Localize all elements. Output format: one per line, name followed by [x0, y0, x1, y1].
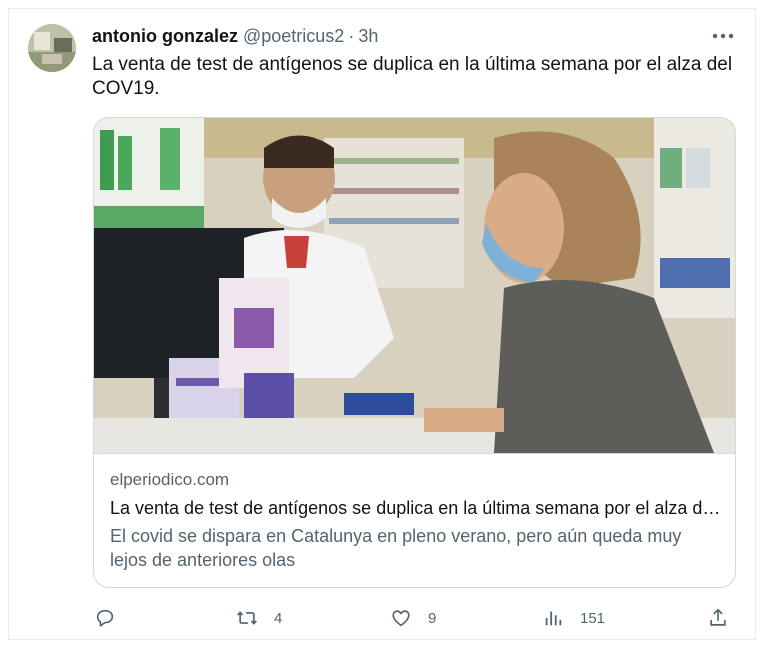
views-count: 151 — [580, 609, 606, 627]
retweet-icon — [237, 611, 257, 625]
more-icon — [712, 33, 734, 39]
share-icon — [710, 608, 726, 626]
author-name[interactable]: antonio gonzalez — [92, 26, 238, 47]
timestamp[interactable]: 3h — [358, 26, 378, 47]
author-handle[interactable]: @poetricus2 — [243, 26, 344, 47]
views-button[interactable]: 151 — [542, 606, 605, 630]
pharmacy-photo — [94, 118, 735, 453]
link-card[interactable]: elperiodico.com La venta de test de antí… — [93, 117, 736, 588]
tweet-header: antonio gonzalez @poetricus2 · 3h — [92, 25, 378, 47]
retweet-button[interactable]: 4 — [236, 606, 282, 630]
reply-button[interactable] — [94, 606, 116, 630]
card-title: La venta de test de antígenos se duplica… — [110, 498, 722, 518]
card-domain: elperiodico.com — [110, 470, 230, 489]
like-button[interactable]: 9 — [390, 606, 436, 630]
more-options-button[interactable] — [710, 27, 736, 45]
avatar[interactable] — [28, 24, 76, 72]
card-description: El covid se dispara en Catalunya en plen… — [110, 526, 682, 570]
reply-icon — [96, 609, 114, 627]
like-count: 9 — [428, 609, 437, 627]
heart-icon — [392, 610, 410, 627]
card-image[interactable] — [94, 118, 735, 454]
separator: · — [348, 25, 355, 46]
tweet-text: La venta de test de antígenos se duplica… — [92, 54, 733, 99]
retweet-count: 4 — [274, 609, 283, 627]
share-button[interactable] — [707, 606, 729, 630]
views-icon — [545, 611, 562, 626]
